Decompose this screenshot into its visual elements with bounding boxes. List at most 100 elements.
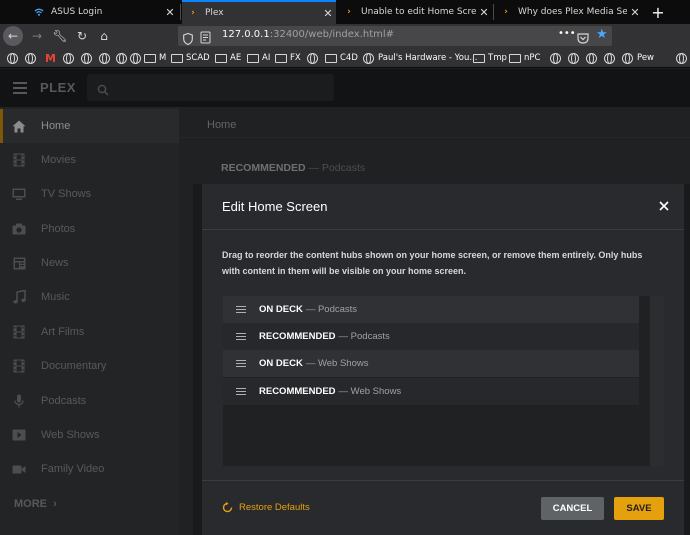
- bookmark-label: Tmp: [488, 53, 507, 63]
- drag-handle-icon[interactable]: [236, 387, 246, 396]
- cancel-button[interactable]: CANCEL: [541, 497, 604, 520]
- page-info-icon[interactable]: [200, 29, 212, 44]
- hub-list-scrollbar[interactable]: [650, 296, 664, 466]
- bookmarks-bar: M M SCAD AE AI FX C4D Paul's Hardware - …: [0, 48, 690, 68]
- modal-footer-divider: [202, 480, 684, 481]
- hub-name: ON DECK: [259, 304, 303, 315]
- bookmark-globe-icon[interactable]: [676, 51, 687, 65]
- bookmark-star-icon[interactable]: ★: [596, 27, 608, 42]
- tab-divider: [180, 4, 181, 20]
- modal-header-divider: [202, 229, 684, 230]
- restore-icon: [222, 502, 233, 513]
- shield-icon: [183, 30, 193, 49]
- bookmark-folder-ae[interactable]: AE: [215, 51, 241, 65]
- tab-divider: [493, 4, 494, 20]
- folder-icon: [171, 53, 183, 63]
- bookmark-pauls-hardware[interactable]: Paul's Hardware - You...: [363, 51, 477, 65]
- bookmark-globe-icon[interactable]: [99, 51, 110, 65]
- bookmark-globe-icon[interactable]: [568, 51, 579, 65]
- restore-defaults-button[interactable]: Restore Defaults: [222, 502, 310, 513]
- url-host: 127.0.0.1: [222, 29, 270, 40]
- wifi-icon: [34, 7, 44, 17]
- close-tab-icon[interactable]: ✕: [476, 6, 492, 19]
- modal-title: Edit Home Screen: [222, 199, 328, 214]
- bookmark-label: Paul's Hardware - You...: [378, 53, 478, 63]
- bookmark-folder-npc[interactable]: nPC: [509, 51, 540, 65]
- bookmark-folder-tmp[interactable]: Tmp: [473, 51, 507, 65]
- bookmark-label: AI: [262, 53, 271, 63]
- bookmark-globe-icon[interactable]: [604, 51, 615, 65]
- bookmark-globe-icon[interactable]: [307, 51, 318, 65]
- folder-icon: [325, 53, 337, 63]
- gmail-icon[interactable]: M: [45, 51, 56, 65]
- tab-why-does-plex[interactable]: › Why does Plex Media Server sa ✕: [495, 0, 643, 24]
- browser-nav-bar: ← → 🔧︎ ↻ ⌂ 127.0.0.1:32400/web/index.htm…: [0, 24, 690, 48]
- reload-button[interactable]: ↻: [72, 26, 92, 46]
- folder-icon: [215, 53, 227, 63]
- hub-row[interactable]: ON DECK — Web Shows: [223, 350, 639, 377]
- bookmark-globe-icon[interactable]: [81, 51, 92, 65]
- plex-chevron-icon: ›: [504, 7, 508, 17]
- pocket-icon[interactable]: [577, 29, 589, 48]
- tab-title: Unable to edit Home Screen Ite: [361, 7, 476, 17]
- plex-chevron-icon: ›: [347, 7, 351, 17]
- home-button[interactable]: ⌂: [94, 26, 114, 46]
- house-icon: ⌂: [100, 29, 108, 43]
- close-tab-icon[interactable]: ✕: [627, 6, 643, 19]
- customize-button[interactable]: 🔧︎: [50, 26, 70, 46]
- forward-button[interactable]: →: [27, 26, 47, 46]
- hub-name: ON DECK: [259, 358, 303, 369]
- hub-name: RECOMMENDED: [259, 386, 336, 397]
- hub-library: — Web Shows: [338, 386, 402, 397]
- url-path: :32400/web/index.html#: [269, 29, 395, 40]
- arrow-left-icon: ←: [7, 29, 19, 43]
- plex-chevron-icon: ›: [191, 8, 195, 18]
- bookmark-globe-icon[interactable]: [7, 51, 18, 65]
- bookmark-globe-icon[interactable]: [116, 51, 127, 65]
- bookmark-globe-icon[interactable]: [550, 51, 561, 65]
- hub-row[interactable]: ON DECK — Podcasts: [223, 296, 639, 323]
- folder-icon: [473, 53, 485, 63]
- bookmark-globe-icon[interactable]: [130, 51, 141, 65]
- close-button[interactable]: [654, 196, 674, 216]
- save-button[interactable]: SAVE: [614, 497, 664, 520]
- bookmark-globe-icon[interactable]: [25, 51, 36, 65]
- bookmark-folder-c4d[interactable]: C4D: [325, 51, 358, 65]
- hub-row[interactable]: RECOMMENDED — Podcasts: [223, 323, 639, 350]
- close-icon: [659, 201, 669, 211]
- bookmark-folder-ai[interactable]: AI: [247, 51, 270, 65]
- drag-handle-icon[interactable]: [236, 305, 246, 314]
- tab-asus-login[interactable]: ASUS Login ✕: [28, 0, 178, 24]
- bookmark-folder-scad[interactable]: SCAD: [171, 51, 210, 65]
- hub-library: — Web Shows: [305, 358, 369, 369]
- modal-description: Drag to reorder the content hubs shown o…: [222, 250, 643, 276]
- page-actions-button[interactable]: •••: [558, 28, 576, 39]
- tab-unable-to-edit[interactable]: › Unable to edit Home Screen Ite ✕: [338, 0, 492, 24]
- url-bar[interactable]: 127.0.0.1:32400/web/index.html# ••• ★: [178, 26, 612, 46]
- close-tab-icon[interactable]: ✕: [320, 7, 336, 20]
- hub-library: — Podcasts: [305, 304, 358, 315]
- back-button[interactable]: ←: [3, 26, 23, 46]
- drag-handle-icon[interactable]: [236, 332, 246, 341]
- bookmark-label: Pew: [637, 53, 655, 63]
- bookmark-label: SCAD: [186, 53, 210, 63]
- restore-defaults-label: Restore Defaults: [239, 502, 310, 513]
- hub-name: RECOMMENDED: [259, 331, 336, 342]
- bookmark-folder-fx[interactable]: FX: [275, 51, 301, 65]
- hub-row[interactable]: RECOMMENDED — Web Shows: [223, 378, 639, 405]
- bookmark-pew[interactable]: Pew: [622, 51, 654, 65]
- browser-tab-bar: ASUS Login ✕ › Plex ✕ › Unable to edit H…: [0, 0, 690, 24]
- close-tab-icon[interactable]: ✕: [162, 6, 178, 19]
- reload-icon: ↻: [76, 29, 88, 43]
- folder-icon: [509, 53, 521, 63]
- wrench-icon: 🔧︎: [52, 29, 68, 43]
- tab-plex[interactable]: › Plex ✕: [182, 0, 336, 24]
- folder-icon: [144, 53, 156, 63]
- bookmark-globe-icon[interactable]: [63, 51, 74, 65]
- tab-title: ASUS Login: [51, 7, 103, 17]
- bookmark-folder-m[interactable]: M: [144, 51, 166, 65]
- bookmark-globe-icon[interactable]: [586, 51, 597, 65]
- bookmark-label: FX: [290, 53, 301, 63]
- drag-handle-icon[interactable]: [236, 359, 246, 368]
- new-tab-button[interactable]: +: [648, 2, 668, 22]
